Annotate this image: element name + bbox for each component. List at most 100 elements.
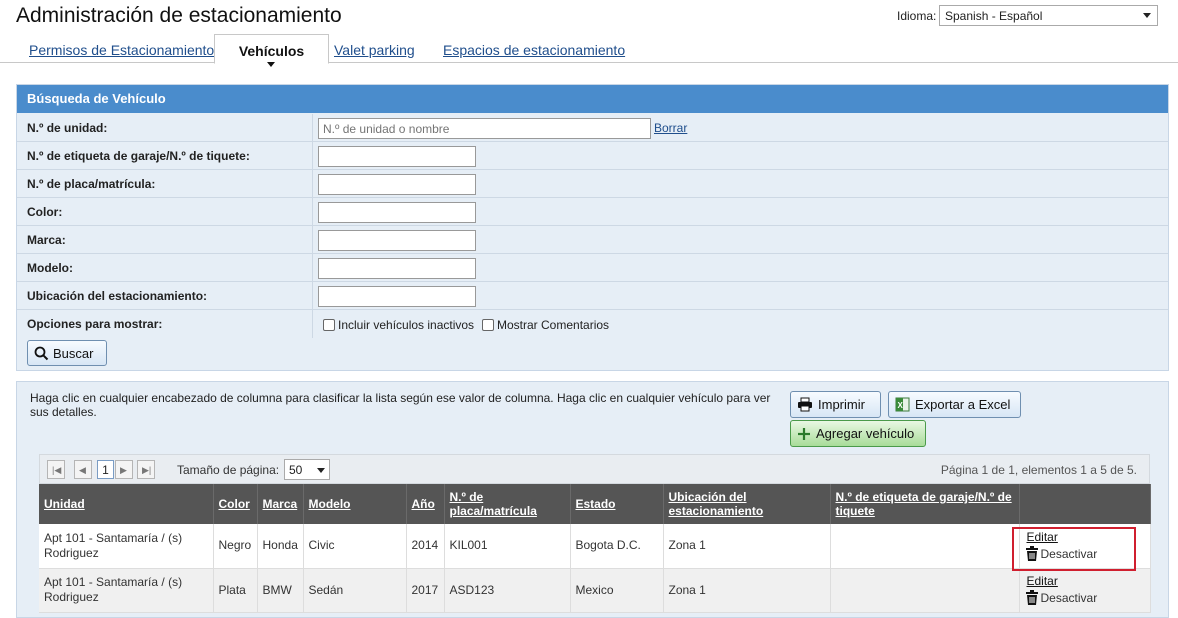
help-text: Haga clic en cualquier encabezado de col…: [30, 391, 771, 419]
cell-state: Mexico: [570, 568, 664, 613]
search-button[interactable]: Buscar: [27, 340, 107, 366]
column-header-location[interactable]: Ubicación del estacionamiento: [663, 484, 831, 524]
options-label: Opciones para mostrar:: [27, 317, 163, 331]
search-row-model: Modelo:: [17, 254, 1168, 282]
cell-unit: Apt 101 - Santamaría / (s) Rodriguez: [39, 568, 214, 613]
print-button[interactable]: Imprimir: [790, 391, 881, 418]
unit-input[interactable]: [318, 118, 651, 139]
svg-text:X: X: [898, 401, 904, 410]
column-header-state[interactable]: Estado: [570, 484, 664, 524]
cell-model: Civic: [303, 524, 407, 569]
first-page-button[interactable]: |◀: [47, 460, 65, 479]
vehicles-table: Unidad Color Marca Modelo Año N.º de pla…: [39, 484, 1151, 613]
column-header-actions: [1019, 484, 1151, 524]
first-page-icon: |◀: [52, 465, 62, 475]
make-input[interactable]: [318, 230, 476, 251]
page-info: Página 1 de 1, elementos 1 a 5 de 5.: [940, 463, 1137, 477]
table-row[interactable]: Apt 101 - Santamaría / (s) Rodriguez Neg…: [39, 524, 1151, 569]
search-row-make: Marca:: [17, 226, 1168, 254]
results-panel: Haga clic en cualquier encabezado de col…: [16, 381, 1169, 618]
cell-location: Zona 1: [663, 568, 831, 613]
language-label: Idioma:: [897, 9, 937, 23]
plus-icon: [798, 428, 810, 440]
vehicle-search-panel: Búsqueda de Vehículo N.º de unidad: Borr…: [16, 84, 1169, 371]
tab-bar: Permisos de Estacionamiento Vehículos Va…: [0, 34, 1178, 67]
location-input[interactable]: [318, 286, 476, 307]
deactivate-button[interactable]: Desactivar: [1025, 590, 1145, 606]
current-page[interactable]: 1: [97, 460, 114, 479]
tab-vehicles[interactable]: Vehículos: [214, 34, 329, 67]
tab-valet-parking[interactable]: Valet parking: [334, 42, 415, 58]
column-header-plate[interactable]: N.º de placa/matrícula: [444, 484, 571, 524]
export-excel-button[interactable]: X Exportar a Excel: [888, 391, 1021, 418]
prev-page-icon: ◀: [79, 465, 86, 475]
trash-icon: [1025, 590, 1038, 605]
column-header-color[interactable]: Color: [213, 484, 258, 524]
excel-icon: X: [895, 397, 910, 412]
include-inactive-checkbox[interactable]: Incluir vehículos inactivos: [323, 318, 474, 332]
cell-state: Bogota D.C.: [570, 524, 664, 569]
page-size-select[interactable]: 50: [284, 459, 330, 480]
search-row-options: Opciones para mostrar: Incluir vehículos…: [17, 310, 1168, 338]
export-excel-label: Exportar a Excel: [915, 397, 1011, 412]
next-page-button[interactable]: ▶: [115, 460, 133, 479]
clear-link[interactable]: Borrar: [654, 121, 687, 135]
plate-input[interactable]: [318, 174, 476, 195]
model-input[interactable]: [318, 258, 476, 279]
page-title: Administración de estacionamiento: [16, 4, 342, 27]
add-vehicle-button[interactable]: Agregar vehículo: [790, 420, 926, 447]
cell-actions: Editar Desactivar: [1019, 524, 1151, 569]
cell-make: BMW: [257, 568, 304, 613]
column-header-year[interactable]: Año: [406, 484, 445, 524]
cell-make: Honda: [257, 524, 304, 569]
column-header-garage-tag[interactable]: N.º de etiqueta de garaje/N.º de tiquete: [830, 484, 1020, 524]
garage-tag-input[interactable]: [318, 146, 476, 167]
tab-parking-spaces[interactable]: Espacios de estacionamiento: [443, 42, 625, 58]
cell-model: Sedán: [303, 568, 407, 613]
search-row-color: Color:: [17, 198, 1168, 226]
deactivate-button[interactable]: Desactivar: [1025, 545, 1145, 562]
page-size-label: Tamaño de página:: [177, 463, 280, 477]
table-row[interactable]: Apt 101 - Santamaría / (s) Rodriguez Pla…: [39, 568, 1151, 613]
search-button-label: Buscar: [53, 346, 94, 361]
search-row-tag: N.º de etiqueta de garaje/N.º de tiquete…: [17, 142, 1168, 170]
next-page-icon: ▶: [120, 465, 127, 475]
cell-color: Negro: [213, 524, 258, 569]
color-input[interactable]: [318, 202, 476, 223]
language-select[interactable]: Spanish - Español: [939, 5, 1158, 26]
cell-unit: Apt 101 - Santamaría / (s) Rodriguez: [39, 524, 214, 569]
table-header-row: Unidad Color Marca Modelo Año N.º de pla…: [39, 484, 1151, 524]
page-size-value: 50: [289, 463, 303, 477]
search-panel-title: Búsqueda de Vehículo: [17, 85, 1168, 113]
search-row-location: Ubicación del estacionamiento:: [17, 282, 1168, 310]
location-label: Ubicación del estacionamiento:: [27, 289, 208, 303]
last-page-button[interactable]: ▶|: [137, 460, 155, 479]
print-button-label: Imprimir: [818, 397, 865, 412]
pager: |◀ ◀ 1 ▶ ▶| Tamaño de página: 50 Página …: [39, 454, 1150, 484]
cell-garage-tag: [830, 524, 1020, 569]
include-inactive-label: Incluir vehículos inactivos: [338, 318, 475, 332]
column-header-model[interactable]: Modelo: [303, 484, 407, 524]
cell-year: 2014: [406, 524, 445, 569]
search-row-unit: N.º de unidad: Borrar: [17, 114, 1168, 142]
show-comments-checkbox[interactable]: Mostrar Comentarios: [482, 318, 609, 332]
edit-link[interactable]: Editar: [1027, 574, 1145, 589]
edit-link[interactable]: Editar: [1027, 530, 1145, 545]
checkbox-icon: [482, 319, 494, 331]
model-label: Modelo:: [27, 261, 73, 275]
column-header-unit[interactable]: Unidad: [39, 484, 214, 524]
column-header-make[interactable]: Marca: [257, 484, 304, 524]
add-vehicle-label: Agregar vehículo: [816, 426, 915, 441]
unit-label: N.º de unidad:: [27, 121, 108, 135]
cell-garage-tag: [830, 568, 1020, 613]
tab-parking-permits[interactable]: Permisos de Estacionamiento: [29, 42, 214, 58]
search-icon: [34, 346, 49, 361]
last-page-icon: ▶|: [142, 465, 152, 475]
chevron-down-icon: [317, 468, 325, 473]
cell-actions: Editar Desactivar: [1019, 568, 1151, 613]
cell-plate: ASD123: [444, 568, 571, 613]
prev-page-button[interactable]: ◀: [74, 460, 92, 479]
search-row-plate: N.º de placa/matrícula:: [17, 170, 1168, 198]
deactivate-label: Desactivar: [1040, 591, 1098, 605]
deactivate-label: Desactivar: [1040, 546, 1098, 561]
